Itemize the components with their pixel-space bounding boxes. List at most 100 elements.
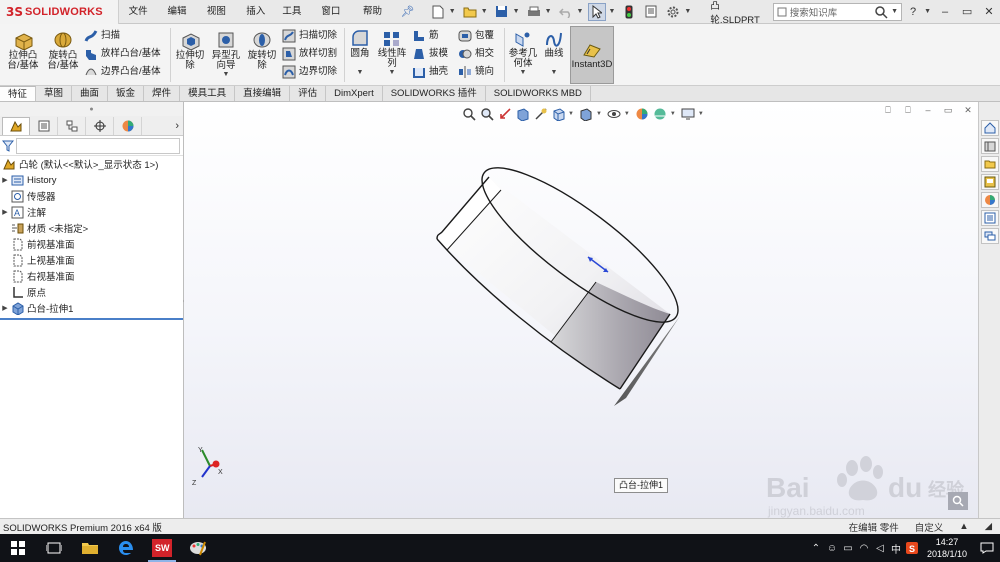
minimize-icon[interactable]: – xyxy=(934,0,956,24)
swept-cut-button[interactable]: 扫描切除 xyxy=(282,27,337,45)
menu-insert[interactable]: 插入(I) xyxy=(240,0,276,41)
chevron-down-icon[interactable]: ▼ xyxy=(924,8,931,15)
tree-item-boss-extrude1[interactable]: ▶ 凸台-拉伸1 xyxy=(0,300,183,316)
chevron-down-icon[interactable]: ▼ xyxy=(577,8,584,15)
people-icon[interactable]: ☺ xyxy=(824,534,840,562)
chevron-down-icon[interactable]: ▼ xyxy=(545,8,552,15)
tab-features[interactable]: 特征 xyxy=(0,86,37,101)
menu-help[interactable]: 帮助(H) xyxy=(357,0,397,41)
solidworks-logo[interactable]: 3S SOLIDWORKS xyxy=(0,0,119,24)
revolve-cut-button[interactable]: 旋转切 除 xyxy=(244,30,280,71)
revolve-boss-button[interactable]: 旋转凸 台/基体 xyxy=(44,30,82,71)
menu-file[interactable]: 文件(F) xyxy=(123,0,162,41)
chevron-right-icon[interactable]: ▶ xyxy=(0,208,10,216)
chevron-down-icon[interactable]: ▼ xyxy=(449,8,456,15)
chevron-right-icon[interactable]: ▶ xyxy=(0,176,10,184)
graphics-area[interactable]: ▼ ▼ ▼ ▼ ▼ ⎕ ⎕ – ▭ ✕ Y X Z 凸台-拉伸1 Bai du … xyxy=(184,102,978,518)
intersect-button[interactable]: 相交 xyxy=(458,45,494,63)
filter-icon[interactable] xyxy=(2,140,14,152)
lofted-cut-button[interactable]: 放样切割 xyxy=(282,45,337,63)
print-icon[interactable] xyxy=(525,3,543,21)
battery-icon[interactable]: ▭ xyxy=(840,534,856,562)
instant3d-button[interactable]: Instant3D xyxy=(570,26,614,84)
mirror-button[interactable]: 镜向 xyxy=(458,63,494,81)
tab-evaluate[interactable]: 评估 xyxy=(290,86,327,101)
rib-button[interactable]: 筋 xyxy=(412,27,439,45)
dimxpert-manager-tab-icon[interactable] xyxy=(86,116,114,135)
custom-properties-icon[interactable] xyxy=(981,210,999,226)
chevron-down-icon[interactable]: ▼ xyxy=(481,8,488,15)
volume-icon[interactable]: ◁ xyxy=(872,534,888,562)
tab-dimxpert[interactable]: DimXpert xyxy=(326,86,383,101)
property-manager-tab-icon[interactable] xyxy=(30,116,58,135)
view-palette-icon[interactable] xyxy=(981,174,999,190)
tab-sketch[interactable]: 草图 xyxy=(36,86,73,101)
pin-icon[interactable]: 📌︎ xyxy=(401,5,415,18)
edge-browser-icon[interactable] xyxy=(108,534,144,562)
status-unit-caret[interactable]: ▲ xyxy=(951,521,976,532)
hole-wizard-button[interactable]: 异型孔 向导 ▼ xyxy=(208,30,244,78)
tree-item-material[interactable]: 材质 <未指定> xyxy=(0,220,183,236)
menu-tools[interactable]: 工具(T) xyxy=(276,0,315,41)
network-icon[interactable]: ◠ xyxy=(856,534,872,562)
menu-window[interactable]: 窗口(W) xyxy=(315,0,357,41)
system-clock[interactable]: 14:27 2018/1/10 xyxy=(920,536,974,560)
chevron-right-icon[interactable]: › xyxy=(175,120,179,132)
filter-input[interactable] xyxy=(16,137,180,154)
status-units[interactable]: 自定义 xyxy=(907,520,952,534)
chevron-up-icon[interactable]: ⌃ xyxy=(808,534,824,562)
loft-boss-button[interactable]: 放样凸台/基体 xyxy=(84,45,161,63)
tab-surfaces[interactable]: 曲面 xyxy=(72,86,109,101)
task-view-icon[interactable] xyxy=(36,534,72,562)
close-icon[interactable]: ✕ xyxy=(978,0,1000,24)
shell-button[interactable]: 抽壳 xyxy=(412,63,448,81)
extrude-cut-button[interactable]: 拉伸切 除 xyxy=(172,30,208,71)
tree-item-top-plane[interactable]: 上视基准面 xyxy=(0,252,183,268)
solidworks-forum-icon[interactable] xyxy=(981,228,999,244)
select-pointer-icon[interactable] xyxy=(588,2,607,21)
panel-drag-handle[interactable]: ● xyxy=(0,102,183,116)
configuration-manager-tab-icon[interactable] xyxy=(58,116,86,135)
resize-grip-icon[interactable]: ◢ xyxy=(977,521,1000,532)
extrude-boss-button[interactable]: 拉伸凸 台/基体 xyxy=(4,30,42,71)
chevron-down-icon[interactable]: ▼ xyxy=(891,8,898,15)
search-knowledge-base[interactable]: 搜索知识库 ▼ xyxy=(772,2,903,21)
chevron-down-icon[interactable]: ▼ xyxy=(223,71,230,78)
viewport-search-icon[interactable] xyxy=(948,492,968,510)
sweep-button[interactable]: 扫描 xyxy=(84,27,120,45)
chevron-down-icon[interactable]: ▼ xyxy=(513,8,520,15)
design-library-icon[interactable] xyxy=(981,138,999,154)
solidworks-resources-icon[interactable] xyxy=(981,120,999,136)
chevron-down-icon[interactable]: ▼ xyxy=(520,69,527,76)
chevron-right-icon[interactable]: ▶ xyxy=(0,304,10,312)
open-folder-icon[interactable] xyxy=(461,3,479,21)
tab-mbd[interactable]: SOLIDWORKS MBD xyxy=(485,86,591,101)
help-icon[interactable]: ? xyxy=(902,0,924,24)
notification-center-icon[interactable] xyxy=(974,534,1000,562)
draft-button[interactable]: 拔模 xyxy=(412,45,448,63)
tab-mold-tools[interactable]: 模具工具 xyxy=(180,86,236,101)
tree-item-front-plane[interactable]: 前视基准面 xyxy=(0,236,183,252)
file-properties-icon[interactable] xyxy=(642,3,660,21)
chevron-down-icon[interactable]: ▼ xyxy=(551,69,558,76)
chevron-down-icon[interactable]: ▼ xyxy=(357,69,364,76)
boundary-boss-button[interactable]: 边界凸台/基体 xyxy=(84,63,161,81)
sogou-input-icon[interactable]: S xyxy=(904,534,920,562)
windows-start-icon[interactable] xyxy=(0,534,36,562)
fillet-button[interactable]: 圆角 ▼ xyxy=(346,30,374,76)
tree-item-right-plane[interactable]: 右视基准面 xyxy=(0,268,183,284)
tab-direct-editing[interactable]: 直接编辑 xyxy=(235,86,291,101)
rebuild-traffic-light-icon[interactable] xyxy=(620,3,638,21)
search-icon[interactable] xyxy=(874,5,888,19)
appearances-scenes-icon[interactable] xyxy=(981,192,999,208)
tree-item-history[interactable]: ▶ History xyxy=(0,172,183,188)
tab-weldments[interactable]: 焊件 xyxy=(144,86,181,101)
tree-item-origin[interactable]: 原点 xyxy=(0,284,183,300)
chevron-down-icon[interactable]: ▼ xyxy=(389,69,396,76)
tree-root-part[interactable]: 凸轮 (默认<<默认>_显示状态 1>) xyxy=(0,156,183,172)
search-input[interactable]: 搜索知识库 xyxy=(790,5,874,19)
restore-icon[interactable]: ▭ xyxy=(956,0,978,24)
tab-addins[interactable]: SOLIDWORKS 插件 xyxy=(382,86,486,101)
display-manager-tab-icon[interactable] xyxy=(114,116,142,135)
reference-triad[interactable]: Y X Z xyxy=(190,444,230,486)
